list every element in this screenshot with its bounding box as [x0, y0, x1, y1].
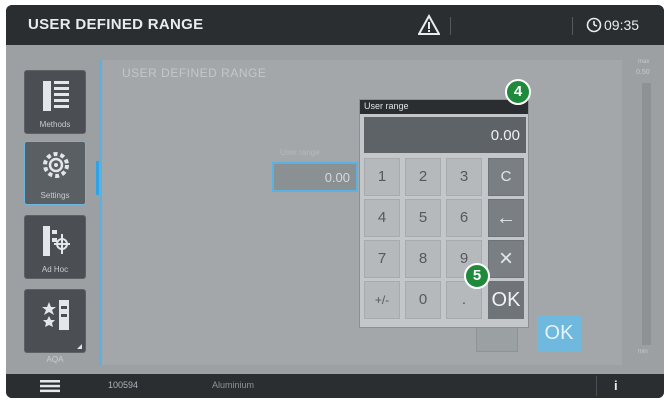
cancel-button[interactable]: × [488, 240, 524, 278]
clear-button[interactable]: C [488, 158, 524, 196]
sidebar-item-aqa[interactable]: AQA [24, 289, 86, 364]
scale-track [642, 83, 651, 345]
key-6[interactable]: 6 [446, 199, 482, 237]
sidebar-item-ad-hoc[interactable]: Ad Hoc [24, 215, 86, 279]
info-icon[interactable]: i [614, 378, 618, 393]
scale-min-label: min [638, 349, 648, 355]
aqa-icon [42, 300, 69, 330]
keypad-dialog: User range 0.00 1 2 3 C 4 5 6 ← 7 8 9 × … [359, 99, 529, 328]
backspace-button[interactable]: ← [488, 199, 524, 237]
key-0[interactable]: 0 [405, 281, 441, 319]
sidebar-item-label: AQA [46, 355, 64, 364]
callout-badge-5: 5 [464, 263, 490, 289]
ad-hoc-icon [43, 226, 70, 256]
menu-icon[interactable] [40, 379, 60, 393]
user-range-field[interactable]: 0.00 [272, 162, 358, 192]
ok-button[interactable]: OK [488, 281, 524, 319]
clock-time: 09:35 [604, 17, 640, 33]
test-code: 100594 [108, 380, 139, 390]
more-indicator [77, 344, 82, 349]
callout-badge-4: 4 [505, 79, 531, 105]
key-4[interactable]: 4 [364, 199, 400, 237]
confirm-button[interactable]: OK [537, 315, 581, 351]
sign-toggle-key[interactable]: +/- [364, 281, 400, 319]
clock-icon [586, 17, 602, 33]
sidebar-item-settings[interactable]: Settings [24, 141, 86, 205]
keypad-title: User range [360, 100, 528, 114]
range-scale: max 0.50 min [634, 53, 658, 365]
bottom-bar: 100594 Aluminium i [6, 374, 664, 398]
scale-max-value: 0.50 [636, 69, 650, 76]
sidebar-item-label: Settings [40, 191, 70, 200]
material-name: Aluminium [212, 380, 255, 390]
methods-list-icon [43, 81, 69, 111]
scale-max-label: max [638, 59, 650, 65]
panel-title: USER DEFINED RANGE [122, 66, 267, 80]
sidebar-item-methods[interactable]: Methods [24, 70, 86, 134]
top-bar: USER DEFINED RANGE 09:35 [6, 5, 664, 45]
key-3[interactable]: 3 [446, 158, 482, 196]
key-7[interactable]: 7 [364, 240, 400, 278]
settings-gear-icon [43, 152, 69, 178]
keypad-display: 0.00 [364, 117, 526, 153]
key-5[interactable]: 5 [405, 199, 441, 237]
warning-icon[interactable] [418, 14, 440, 36]
sidebar-item-label: Ad Hoc [41, 265, 69, 274]
page-title: USER DEFINED RANGE [28, 16, 204, 33]
range-label: User range [280, 148, 320, 157]
divider [450, 17, 451, 35]
key-8[interactable]: 8 [405, 240, 441, 278]
key-1[interactable]: 1 [364, 158, 400, 196]
sidebar-item-label: Methods [39, 120, 71, 129]
device-screen: USER DEFINED RANGE 09:35 Methods Setting… [6, 5, 664, 398]
key-2[interactable]: 2 [405, 158, 441, 196]
divider [572, 17, 573, 35]
info-button[interactable] [596, 376, 640, 396]
